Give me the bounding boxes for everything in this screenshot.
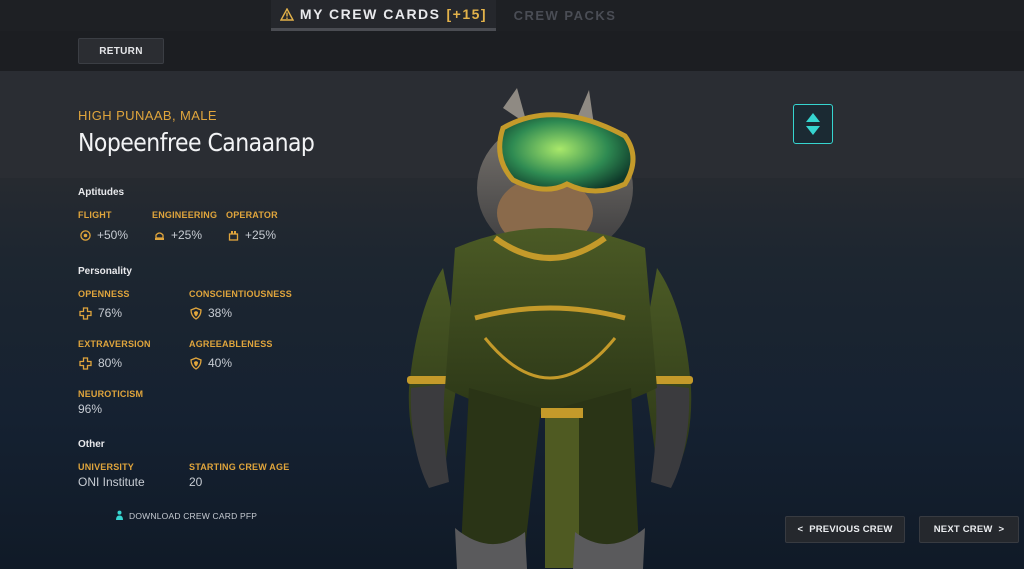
engineering-value-row: +25% — [154, 228, 202, 242]
openness-label: OPENNESS — [78, 289, 130, 299]
engineering-icon — [155, 231, 164, 240]
download-crew-card-label: DOWNLOAD CREW CARD PFP — [129, 510, 258, 521]
operator-value: +25% — [245, 228, 277, 242]
agreeableness-value-row: 40% — [190, 356, 232, 370]
neuroticism-value: 96% — [78, 402, 103, 416]
conscientiousness-label: CONSCIENTIOUSNESS — [189, 289, 292, 299]
swap-arrows-icon — [806, 113, 820, 135]
operator-icon — [228, 230, 239, 241]
chevron-right-icon: > — [998, 524, 1005, 535]
engineering-label: ENGINEERING — [152, 210, 218, 220]
download-person-icon — [116, 510, 123, 520]
return-button[interactable]: RETURN — [78, 38, 164, 64]
shield-icon — [190, 306, 202, 320]
extraversion-value: 80% — [98, 356, 123, 370]
flight-value-row: +50% — [80, 228, 128, 242]
engineering-value: +25% — [171, 228, 203, 242]
openness-value: 76% — [98, 306, 123, 320]
card-toggle-button[interactable] — [793, 104, 833, 144]
agreeableness-label: AGREEABLENESS — [189, 339, 273, 349]
plus-cross-icon — [79, 306, 92, 320]
agreeableness-value: 40% — [208, 356, 233, 370]
plus-cross-icon — [79, 356, 92, 370]
extraversion-value-row: 80% — [79, 356, 122, 370]
new-cards-badge: [+15] — [446, 6, 488, 22]
flight-icon — [80, 229, 91, 241]
university-label: UNIVERSITY — [78, 462, 135, 472]
operator-label: OPERATOR — [226, 210, 278, 220]
openness-value-row: 76% — [79, 306, 122, 320]
next-crew-label: NEXT CREW — [933, 524, 993, 535]
tab-crew-packs[interactable]: CREW PACKS — [500, 0, 630, 31]
other-heading: Other — [78, 439, 105, 450]
previous-crew-label: PREVIOUS CREW — [809, 524, 893, 535]
shield-icon — [190, 356, 202, 370]
chevron-left-icon: < — [797, 524, 804, 535]
aptitudes-heading: Aptitudes — [78, 187, 125, 198]
starting-age-value: 20 — [189, 475, 203, 489]
neuroticism-label: NEUROTICISM — [78, 389, 144, 399]
warning-icon — [279, 7, 294, 21]
download-crew-card-link[interactable]: DOWNLOAD CREW CARD PFP — [115, 510, 257, 521]
extraversion-label: EXTRAVERSION — [78, 339, 151, 349]
next-crew-button[interactable]: NEXT CREW > — [919, 516, 1019, 543]
conscientiousness-value: 38% — [208, 306, 233, 320]
flight-label: FLIGHT — [78, 210, 112, 220]
tab-my-crew-cards[interactable]: MY CREW CARDS [+15] — [271, 0, 496, 31]
flight-value: +50% — [97, 228, 129, 242]
personality-heading: Personality — [78, 266, 132, 277]
crew-name: Nopeenfree Canaanap — [78, 128, 315, 157]
starting-age-label: STARTING CREW AGE — [189, 462, 290, 472]
university-value: ONI Institute — [78, 475, 145, 489]
previous-crew-button[interactable]: < PREVIOUS CREW — [785, 516, 905, 543]
conscientiousness-value-row: 38% — [190, 306, 232, 320]
crew-character-image — [407, 88, 693, 569]
operator-value-row: +25% — [228, 228, 276, 242]
crew-species: HIGH PUNAAB, MALE — [78, 108, 217, 123]
tab-my-crew-cards-label: MY CREW CARDS — [299, 6, 441, 22]
